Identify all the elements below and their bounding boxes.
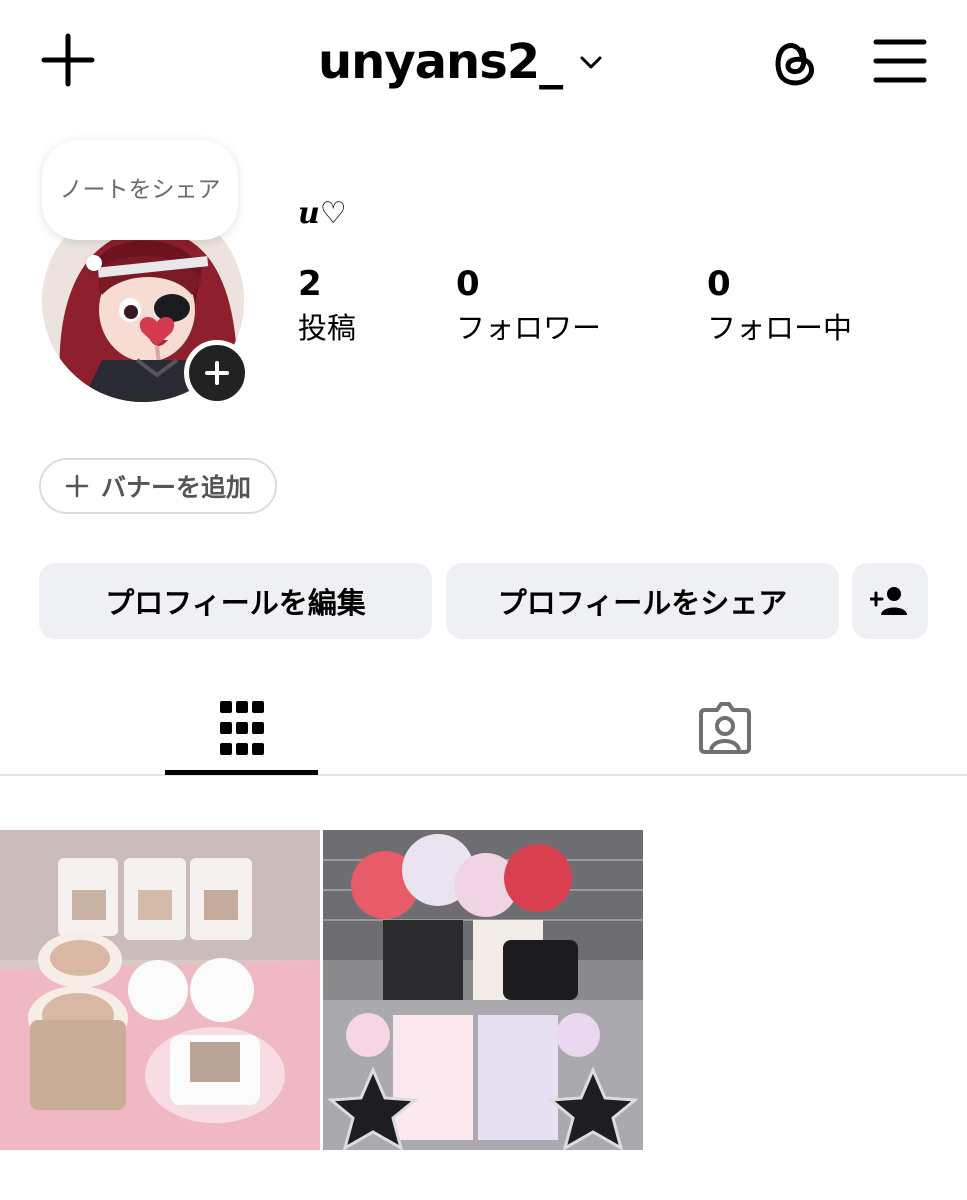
add-banner-button[interactable]: バナーを追加	[39, 458, 277, 514]
account-switcher[interactable]: unyans2_	[318, 30, 606, 94]
stat-value: 2	[298, 264, 322, 304]
selected-tab-indicator	[165, 770, 318, 775]
tab-tagged[interactable]	[648, 680, 801, 776]
stat-label: フォロワー	[456, 311, 602, 345]
menu-button[interactable]	[872, 36, 928, 86]
stat-following[interactable]: 0 フォロー中	[707, 262, 852, 348]
plus-icon	[65, 474, 89, 498]
add-banner-label: バナーを追加	[100, 473, 251, 502]
stat-label: フォロー中	[707, 311, 853, 345]
cafe-photo	[0, 830, 320, 1150]
post-thumbnail-1[interactable]	[0, 830, 320, 1150]
tab-posts[interactable]	[165, 680, 318, 776]
profile-tabs	[0, 680, 967, 776]
edit-profile-button[interactable]: プロフィールを編集	[39, 563, 432, 639]
threads-icon	[775, 43, 814, 86]
chevron-down-icon	[580, 56, 602, 69]
stat-value: 0	[456, 264, 480, 304]
display-name: u♡	[298, 196, 347, 231]
plus-icon	[41, 33, 95, 87]
stat-label: 投稿	[298, 311, 357, 345]
grid-icon	[219, 701, 264, 755]
stat-posts[interactable]: 2 投稿	[298, 262, 356, 348]
threads-button[interactable]	[766, 34, 822, 90]
add-person-icon	[870, 587, 907, 615]
edit-profile-label: プロフィールを編集	[105, 586, 366, 620]
username-title: unyans2_	[318, 34, 563, 90]
new-post-button[interactable]	[38, 30, 98, 90]
hamburger-menu-icon	[873, 39, 927, 83]
note-bubble-tail	[86, 255, 102, 271]
stat-value: 0	[707, 264, 731, 304]
add-story-button[interactable]	[184, 340, 250, 406]
note-text: ノートをシェア	[59, 176, 221, 203]
discover-people-button[interactable]	[852, 563, 928, 639]
share-profile-button[interactable]: プロフィールをシェア	[446, 563, 839, 639]
tagged-person-icon	[698, 702, 751, 754]
share-profile-label: プロフィールをシェア	[497, 586, 788, 620]
plus-icon	[205, 361, 229, 385]
merch-photo	[323, 830, 643, 1150]
post-thumbnail-2[interactable]	[323, 830, 643, 1150]
note-bubble[interactable]: ノートをシェア	[42, 140, 238, 240]
stat-followers[interactable]: 0 フォロワー	[456, 262, 601, 348]
top-bar: unyans2_	[0, 0, 967, 130]
